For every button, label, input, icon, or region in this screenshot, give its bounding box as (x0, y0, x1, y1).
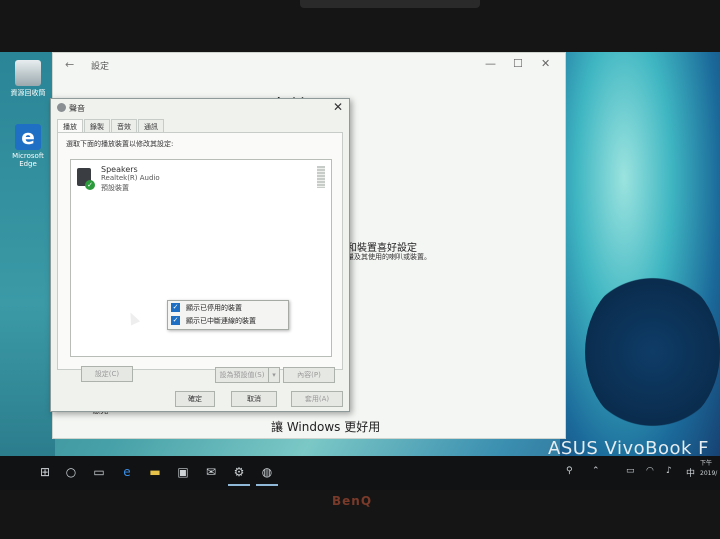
apply-button[interactable]: 套用(A) (291, 391, 343, 407)
device-name: Speakers (101, 165, 138, 174)
close-icon[interactable]: ✕ (541, 57, 550, 70)
set-default-dropdown[interactable]: ▾ (268, 367, 280, 383)
configure-button[interactable]: 設定(C) (81, 366, 133, 382)
sound-app-icon[interactable]: ◍ (256, 465, 278, 486)
minimize-icon[interactable]: — (485, 57, 496, 70)
taskbar: ⊞ ○ ▭ e ▬ ▣ ✉ ⚙ ◍ ⚲ ⌃ ▭ ◠ ♪ 中 下午 2019/ (0, 456, 720, 490)
tray-date[interactable]: 2019/ (700, 470, 717, 477)
screen: 資源回收筒 e Microsoft Edge ← 設定 — ☐ ✕ 音效 和裝置… (0, 52, 720, 490)
wallpaper-dark-swirl (585, 272, 720, 432)
recycle-bin-icon (15, 60, 41, 86)
speaker-icon (57, 103, 66, 112)
search-icon[interactable]: ○ (64, 465, 78, 479)
wallpaper-left (0, 52, 55, 472)
device-status: 預設裝置 (101, 184, 129, 192)
properties-button[interactable]: 內容(P) (283, 367, 335, 383)
default-check-icon: ✓ (85, 180, 95, 190)
menu-item-label: 顯示已停用的裝置 (186, 304, 242, 312)
maximize-icon[interactable]: ☐ (513, 57, 523, 70)
settings-title: 設定 (91, 62, 110, 72)
cancel-button[interactable]: 取消 (231, 391, 277, 407)
file-explorer-icon[interactable]: ▬ (148, 465, 162, 479)
dialog-title: 聲音 (69, 104, 85, 113)
tray-time[interactable]: 下午 (700, 458, 712, 467)
desktop-icon-label: Microsoft Edge (12, 152, 44, 168)
desktop-icon-label: 資源回收筒 (10, 89, 46, 97)
wifi-icon[interactable]: ◠ (646, 466, 654, 476)
context-menu: ✓ 顯示已停用的裝置 ✓ 顯示已中斷連線的裝置 (167, 300, 289, 330)
language-indicator[interactable]: 中 (686, 466, 695, 479)
playback-panel: 選取下面的播放裝置以修改其設定: ✓ Speakers Realtek(R) A… (57, 132, 343, 370)
ok-button[interactable]: 確定 (175, 391, 215, 407)
edge-icon: e (15, 124, 41, 150)
settings-titlebar: ← 設定 — ☐ ✕ (53, 53, 565, 79)
edge-taskbar-icon[interactable]: e (120, 465, 134, 479)
instruction-text: 選取下面的播放裝置以修改其設定: (66, 140, 174, 148)
set-default-button[interactable]: 設為預設值(S) (215, 367, 269, 383)
dialog-close-icon[interactable]: ✕ (333, 100, 343, 114)
volume-icon[interactable]: ♪ (666, 466, 672, 476)
settings-link-description: 量及其使用的喇叭或裝置。 (347, 253, 431, 261)
laptop-brand-sticker: ASUS VivoBook F (548, 438, 710, 459)
sound-dialog: 聲音 ✕ 播放 錄製 音效 通訊 選取下面的播放裝置以修改其設定: ✓ Spea… (50, 98, 350, 412)
device-driver: Realtek(R) Audio (101, 174, 160, 182)
menu-item-show-disabled[interactable]: ✓ 顯示已停用的裝置 (168, 301, 288, 314)
level-meter (317, 166, 325, 188)
menu-item-label: 顯示已中斷連線的裝置 (186, 317, 256, 325)
monitor-logo: BenQ (332, 494, 373, 508)
mail-icon[interactable]: ✉ (204, 465, 218, 479)
settings-gear-icon[interactable]: ⚙ (228, 465, 250, 486)
windows-better-link[interactable]: 讓 Windows 更好用 (271, 418, 380, 435)
checkmark-icon: ✓ (171, 316, 180, 325)
desktop-icon-edge[interactable]: e Microsoft Edge (8, 124, 48, 168)
device-list[interactable]: ✓ Speakers Realtek(R) Audio 預設裝置 ✓ 顯示已停用… (70, 159, 332, 357)
dialog-titlebar: 聲音 ✕ (51, 99, 349, 117)
battery-icon[interactable]: ▭ (626, 466, 635, 476)
checkmark-icon: ✓ (171, 303, 180, 312)
desktop-icon-recycle-bin[interactable]: 資源回收筒 (8, 60, 48, 98)
store-icon[interactable]: ▣ (176, 465, 190, 479)
back-arrow-icon[interactable]: ← (65, 58, 74, 71)
network-icon[interactable]: ⚲ (566, 466, 573, 476)
chevron-up-icon[interactable]: ⌃ (592, 466, 600, 476)
webcam-housing (300, 0, 480, 8)
task-view-icon[interactable]: ▭ (92, 465, 106, 479)
menu-item-show-disconnected[interactable]: ✓ 顯示已中斷連線的裝置 (168, 314, 288, 327)
windows-start-icon[interactable]: ⊞ (38, 465, 52, 479)
